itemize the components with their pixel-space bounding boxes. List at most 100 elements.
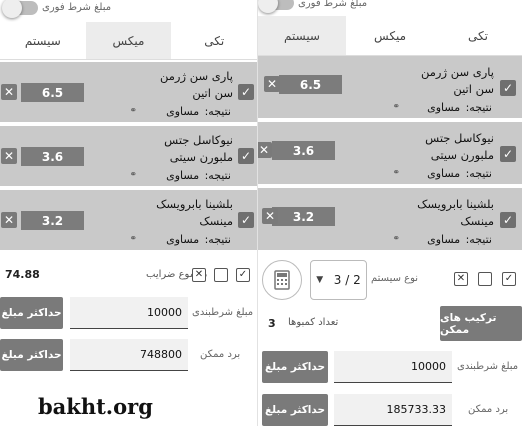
link-icon[interactable]: ⚭ — [392, 168, 400, 178]
system-type-select[interactable]: ▼ 3 / 2 — [310, 260, 367, 300]
caret-down-icon: ▼ — [316, 275, 324, 285]
system-type-value: 3 / 2 — [333, 273, 361, 287]
possible-combinations-button[interactable]: ترکیب های ممکن — [440, 306, 522, 341]
copy-icon[interactable] — [214, 268, 228, 282]
copy-icon[interactable] — [478, 272, 492, 286]
result-label: نتیجه: — [465, 167, 492, 180]
close-x-icon[interactable]: ✕ — [258, 142, 272, 158]
watermark-logo: bakht.org — [38, 394, 153, 419]
possible-win-label: برد ممکن — [468, 404, 509, 415]
combo-count-value: 3 — [268, 317, 276, 330]
stake-input[interactable]: 10000 — [70, 297, 188, 329]
result-value: مساوی — [166, 105, 200, 118]
stake-row: حداکثر مبلغ 10000 مبلغ شرطبندی — [0, 296, 257, 330]
team-home: پاری سن ژرمن — [421, 65, 494, 79]
instant-condition-toggle[interactable] — [258, 0, 294, 13]
tab-mix[interactable]: میکس — [85, 22, 172, 60]
checkbox-checked-icon[interactable]: ✓ — [500, 146, 516, 162]
bet-result: نتیجه: مساوی — [427, 167, 494, 180]
possible-win-row: حداکثر مبلغ 748800 برد ممکن — [0, 338, 257, 372]
max-amount-button[interactable]: حداکثر مبلغ — [0, 297, 63, 329]
result-value: مساوی — [166, 169, 200, 182]
toggle-knob — [2, 0, 22, 18]
bet-result: نتیجه: مساوی — [166, 169, 233, 182]
bet-result: نتیجه: مساوی — [166, 233, 233, 246]
team-away: سن اتین — [192, 86, 233, 100]
team-away: ملبورن سیتی — [430, 148, 494, 162]
link-icon[interactable]: ⚭ — [129, 106, 137, 116]
tab-single[interactable]: تکی — [171, 22, 257, 60]
toggle-knob — [258, 0, 278, 13]
checkbox-checked-icon[interactable]: ✓ — [238, 84, 254, 100]
stake-row: حداکثر مبلغ 10000 مبلغ شرطبندی — [258, 350, 522, 384]
bet-teams: پاری سن ژرمن سن اتین — [421, 64, 494, 98]
checkbox-checked-icon[interactable]: ✓ — [238, 212, 254, 228]
team-home: بلشینا بابرویسک — [156, 197, 233, 211]
result-label: نتیجه: — [204, 233, 231, 246]
result-value: مساوی — [427, 167, 461, 180]
result-label: نتیجه: — [465, 233, 492, 246]
tab-mix[interactable]: میکس — [346, 16, 434, 56]
odds-value: 6.5 — [21, 83, 84, 102]
total-odds-row: 74.88 مجموع ضرایب ✕ ✓ — [0, 262, 257, 288]
bet-type-tabs: تکی میکس سیستم — [258, 16, 522, 56]
checkbox-checked-icon[interactable]: ✓ — [500, 80, 516, 96]
betslip-mix-panel: مبلغ شرط فوری تکی میکس سیستم ✓ پاری سن ژ… — [0, 0, 257, 426]
odds-value: 6.5 — [279, 75, 342, 94]
instant-condition-toggle[interactable] — [2, 0, 38, 18]
total-odds-value: 74.88 — [5, 268, 40, 281]
link-icon[interactable]: ⚭ — [392, 102, 400, 112]
team-away: ملبورن سیتی — [169, 150, 233, 164]
result-label: نتیجه: — [465, 101, 492, 114]
link-icon[interactable]: ⚭ — [129, 234, 137, 244]
link-icon[interactable]: ⚭ — [129, 170, 137, 180]
odds-value: 3.2 — [272, 207, 335, 226]
instant-condition-label: مبلغ شرط فوری — [298, 0, 368, 9]
result-value: مساوی — [427, 233, 461, 246]
possible-win-value: 748800 — [70, 339, 188, 371]
possible-win-value: 185733.33 — [334, 394, 452, 426]
checkbox-checked-icon[interactable]: ✓ — [236, 268, 250, 282]
instant-condition-label: مبلغ شرط فوری — [42, 2, 112, 13]
team-home: پاری سن ژرمن — [160, 69, 233, 83]
max-amount-button[interactable]: حداکثر مبلغ — [262, 394, 328, 426]
team-home: نیوکاسل جتس — [164, 133, 233, 147]
bet-item: ✓ پاری سن ژرمن سن اتین نتیجه: مساوی ⚭ 6.… — [0, 62, 257, 124]
team-away: مینسک — [460, 214, 494, 228]
tab-system[interactable]: سیستم — [0, 22, 86, 60]
close-x-icon[interactable]: ✕ — [1, 148, 17, 164]
calculator-button[interactable] — [262, 260, 302, 300]
betslip-system-panel: مبلغ شرط فوری تکی میکس سیستم ✓ پاری سن ژ… — [257, 0, 522, 426]
stake-input[interactable]: 10000 — [334, 351, 452, 383]
bet-teams: بلشینا بابرویسک مینسک — [417, 196, 494, 230]
result-label: نتیجه: — [204, 105, 231, 118]
result-value: مساوی — [166, 233, 200, 246]
tab-single[interactable]: تکی — [434, 16, 522, 56]
delete-box-icon[interactable]: ✕ — [192, 268, 206, 282]
max-amount-button[interactable]: حداکثر مبلغ — [0, 339, 63, 371]
odds-value: 3.6 — [272, 141, 335, 160]
possible-win-label: برد ممکن — [200, 349, 241, 360]
combinations-row: 3 تعداد کمبوها ترکیب های ممکن — [258, 304, 522, 342]
delete-box-icon[interactable]: ✕ — [454, 272, 468, 286]
tab-system[interactable]: سیستم — [258, 16, 346, 56]
link-icon[interactable]: ⚭ — [392, 234, 400, 244]
stake-label: مبلغ شرطبندی — [192, 307, 254, 318]
max-amount-button[interactable]: حداکثر مبلغ — [262, 351, 328, 383]
system-type-row: ▼ 3 / 2 نوع سیستم ✕ ✓ — [258, 256, 522, 302]
bet-item: ✓ پاری سن ژرمن سن اتین نتیجه: مساوی ⚭ 6.… — [258, 56, 522, 120]
bet-item: ✓ نیوکاسل جتس ملبورن سیتی نتیجه: مساوی ⚭… — [0, 126, 257, 188]
checkbox-checked-icon[interactable]: ✓ — [238, 148, 254, 164]
checkbox-checked-icon[interactable]: ✓ — [500, 212, 516, 228]
checkbox-checked-icon[interactable]: ✓ — [502, 272, 516, 286]
close-x-icon[interactable]: ✕ — [1, 212, 17, 228]
team-away: مینسک — [199, 214, 233, 228]
bet-teams: نیوکاسل جتس ملبورن سیتی — [425, 130, 494, 164]
team-home: بلشینا بابرویسک — [417, 197, 494, 211]
close-x-icon[interactable]: ✕ — [1, 84, 17, 100]
odds-value: 3.2 — [21, 211, 84, 230]
close-x-icon[interactable]: ✕ — [264, 76, 280, 92]
team-home: نیوکاسل جتس — [425, 131, 494, 145]
close-x-icon[interactable]: ✕ — [262, 208, 278, 224]
bet-result: نتیجه: مساوی — [166, 105, 233, 118]
